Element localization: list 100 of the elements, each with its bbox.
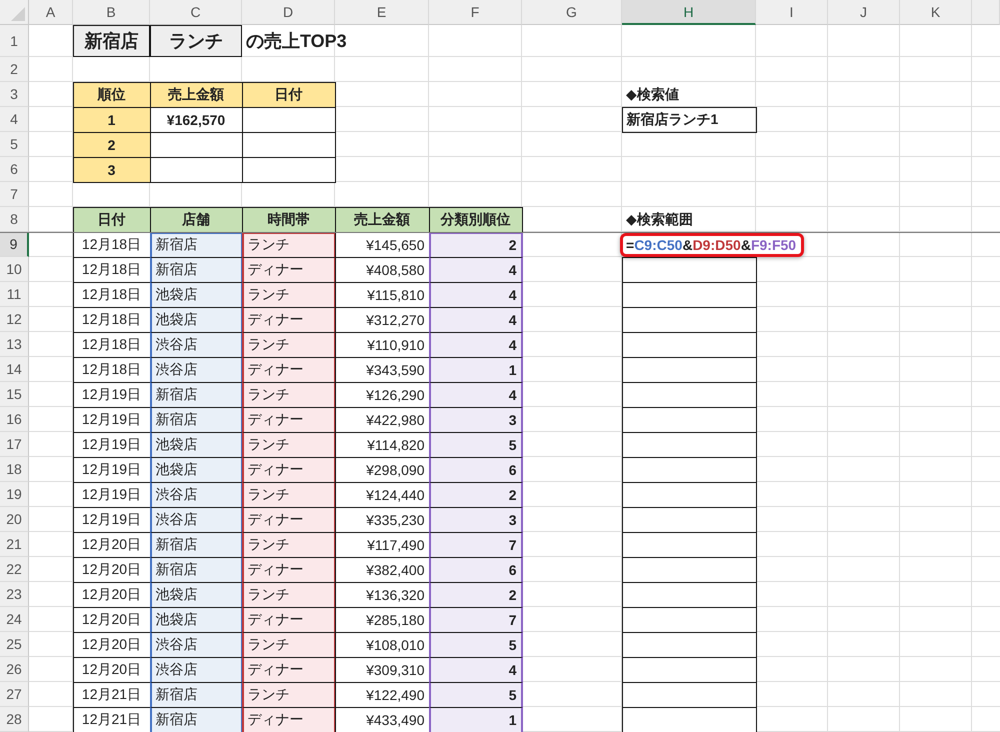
date-cell: 12月18日	[72, 306, 150, 332]
date-cell: 12月20日	[72, 632, 150, 658]
store-cell: 新宿店	[150, 232, 242, 258]
column-header[interactable]: H	[622, 0, 756, 25]
time-slot-cell: ランチ	[242, 382, 336, 408]
store-cell: 池袋店	[150, 432, 242, 458]
rank-cell: 6	[428, 456, 522, 482]
row-header[interactable]: 21	[0, 532, 29, 557]
row-header[interactable]: 1	[0, 25, 29, 57]
time-slot-cell: ランチ	[242, 582, 336, 608]
amount-cell: ¥382,400	[334, 556, 430, 582]
store-cell: 池袋店	[150, 282, 242, 308]
row-header[interactable]: 14	[0, 357, 29, 382]
row-header[interactable]: 13	[0, 332, 29, 357]
amount-cell: ¥422,980	[334, 406, 430, 432]
row-header[interactable]: 20	[0, 507, 29, 532]
time-slot-cell: ランチ	[242, 282, 336, 308]
row-header[interactable]: 4	[0, 107, 29, 132]
row-header[interactable]: 27	[0, 682, 29, 707]
column-header[interactable]: C	[150, 0, 242, 25]
column-header[interactable]: E	[335, 0, 429, 25]
store-cell: 渋谷店	[150, 506, 242, 532]
amount-cell: ¥162,570	[150, 106, 242, 132]
column-header[interactable]: F	[429, 0, 522, 25]
row-header[interactable]: 18	[0, 457, 29, 482]
rank-cell: 4	[428, 382, 522, 408]
column-header[interactable]: K	[900, 0, 972, 25]
time-slot-cell: ディナー	[242, 406, 336, 432]
row-header[interactable]: 8	[0, 207, 29, 232]
row-header[interactable]: 19	[0, 482, 29, 507]
date-cell: 12月20日	[72, 656, 150, 682]
rank-cell: 7	[428, 532, 522, 558]
amount-cell: ¥285,180	[334, 606, 430, 632]
row-header[interactable]: 23	[0, 582, 29, 607]
row-header[interactable]: 22	[0, 557, 29, 582]
rank-cell: 5	[428, 432, 522, 458]
store-cell: 池袋店	[150, 582, 242, 608]
store-cell: 渋谷店	[150, 482, 242, 508]
formula-cell[interactable]: =C9:C50&D9:D50&F9:F50	[620, 232, 804, 256]
column-header[interactable]: G	[522, 0, 622, 25]
date-cell: 12月18日	[72, 256, 150, 282]
row-header[interactable]: 15	[0, 382, 29, 407]
date-cell: 12月20日	[72, 606, 150, 632]
date-cell: 12月21日	[72, 706, 150, 732]
header-cell: 売上金額	[334, 206, 430, 232]
time-slot-cell: ディナー	[242, 356, 336, 382]
amount-cell: ¥117,490	[334, 532, 430, 558]
row-header[interactable]: 25	[0, 632, 29, 657]
row-header[interactable]: 24	[0, 607, 29, 632]
store-cell: 池袋店	[150, 606, 242, 632]
time-slot-cell: ランチ	[242, 432, 336, 458]
row-header[interactable]: 9	[0, 232, 29, 257]
amount-cell: ¥343,590	[334, 356, 430, 382]
column-header[interactable]: J	[828, 0, 900, 25]
rank-cell: 4	[428, 282, 522, 308]
column-header[interactable]: I	[756, 0, 828, 25]
row-header[interactable]: 11	[0, 282, 29, 307]
store-cell: 池袋店	[150, 306, 242, 332]
row-header[interactable]: 16	[0, 407, 29, 432]
rank-cell: 2	[428, 582, 522, 608]
date-cell: 12月20日	[72, 532, 150, 558]
store-cell: 渋谷店	[150, 356, 242, 382]
date-cell: 12月18日	[72, 282, 150, 308]
date-cell: 12月19日	[72, 382, 150, 408]
amount-cell: ¥408,580	[334, 256, 430, 282]
row-header[interactable]: 7	[0, 182, 29, 207]
date-cell: 12月19日	[72, 456, 150, 482]
rank-cell: 2	[428, 482, 522, 508]
row-header[interactable]: 5	[0, 132, 29, 157]
rank-cell: 3	[428, 406, 522, 432]
row-header[interactable]: 6	[0, 157, 29, 182]
row-header[interactable]: 28	[0, 707, 29, 732]
header-cell: 日付	[72, 206, 150, 232]
amount-cell: ¥298,090	[334, 456, 430, 482]
row-header[interactable]: 2	[0, 57, 29, 82]
time-slot-cell: ディナー	[242, 556, 336, 582]
column-header[interactable]: B	[73, 0, 150, 25]
time-slot-cell: ランチ	[242, 232, 336, 258]
amount-cell: ¥122,490	[334, 682, 430, 708]
time-slot-cell: ディナー	[242, 656, 336, 682]
amount-cell: ¥309,310	[334, 656, 430, 682]
row-header[interactable]: 12	[0, 307, 29, 332]
amount-cell: ¥124,440	[334, 482, 430, 508]
row-header[interactable]: 17	[0, 432, 29, 457]
date-cell: 12月19日	[72, 432, 150, 458]
row-header[interactable]: 3	[0, 82, 29, 107]
column-header[interactable]: A	[29, 0, 73, 25]
title-cell: ランチ	[150, 25, 242, 57]
column-header[interactable]: D	[242, 0, 335, 25]
amount-cell: ¥108,010	[334, 632, 430, 658]
amount-cell: ¥335,230	[334, 506, 430, 532]
amount-cell: ¥312,270	[334, 306, 430, 332]
date-cell: 12月18日	[72, 232, 150, 258]
rank-cell: 7	[428, 606, 522, 632]
amount-cell: ¥136,320	[334, 582, 430, 608]
time-slot-cell: ディナー	[242, 506, 336, 532]
row-header[interactable]: 10	[0, 257, 29, 282]
row-header[interactable]: 26	[0, 657, 29, 682]
rank-cell: 1	[72, 106, 150, 132]
title-cell: 新宿店	[73, 25, 150, 57]
